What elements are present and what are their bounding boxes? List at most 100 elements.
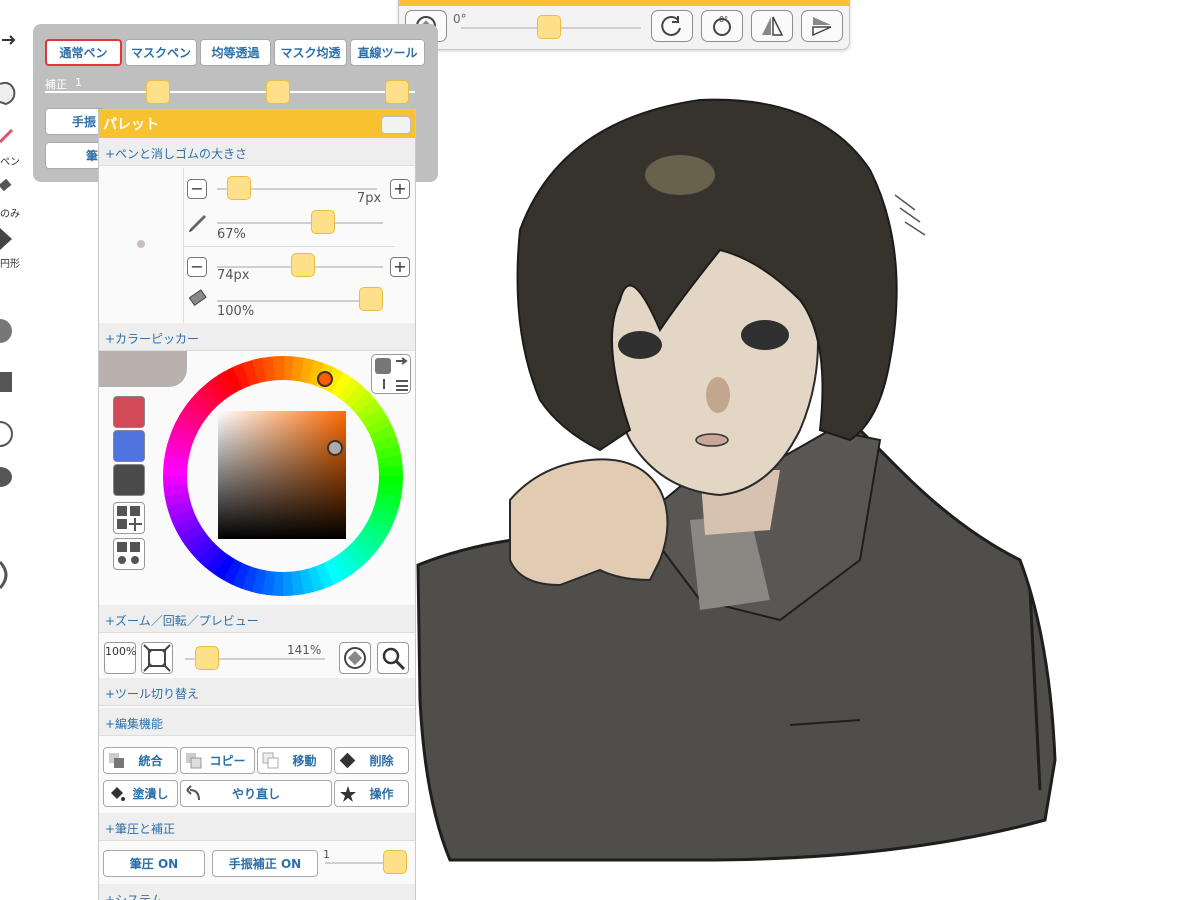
section-system-label: +システム [105,893,163,900]
flip-vertical-button[interactable] [801,10,843,42]
delete-button[interactable]: 削除 [334,747,409,774]
pen-size-value: 7px [357,191,382,206]
magnifier-icon [382,647,406,671]
rotate-right-button[interactable] [651,10,693,42]
add-swatch-button[interactable] [113,502,145,534]
rotate-reset-small-button[interactable] [339,642,371,674]
zoom-100-button[interactable]: 100% [104,642,136,674]
palette-title: パレット [103,117,159,133]
zoom-slider-knob[interactable] [195,646,219,670]
rotation-slider-knob[interactable] [537,15,561,39]
pen-size-plus-button[interactable]: + [390,179,410,199]
tab-line-tool[interactable]: 直線ツール [350,39,425,66]
hue-ring-segment[interactable] [281,571,294,596]
merge-icon [109,753,124,768]
zoom-value: 141% [287,643,322,657]
pen-size-slider-knob[interactable] [227,176,251,200]
section-edit[interactable]: +編集機能 [99,708,415,736]
rotate-right-icon [661,15,681,36]
tab-mask-uniform[interactable]: マスク均透 [274,39,347,66]
flip-horizontal-button[interactable] [751,10,793,42]
fill-button[interactable]: 塗潰し [103,780,178,807]
pressure-slider-knob[interactable] [383,850,407,874]
tab-uniform-transparency[interactable]: 均等透過 [200,39,271,66]
color-picker-mode-button[interactable] [371,354,411,394]
pen-opacity-value: 67% [217,227,246,242]
eraser-opacity-slider-knob[interactable] [359,287,383,311]
copy-icon [186,753,202,769]
move-button[interactable]: 移動 [257,747,332,774]
section-pressure[interactable]: +筆圧と補正 [99,813,415,841]
rotate-zero-button[interactable]: 0° [701,10,743,42]
left-toolbar: ペン のみ 円形 [0,0,32,900]
circle-fill-icon[interactable] [0,318,14,348]
stabilizer-button[interactable]: 手振 [45,108,105,135]
swatch-red[interactable] [113,396,145,428]
eraser-opacity-value: 100% [217,304,255,319]
pen-size-minus-button[interactable]: − [187,179,207,199]
shape-tool-label: 円形 [0,259,20,270]
correction-slider-knob[interactable] [146,80,170,104]
stabilizer-toggle-button[interactable]: 手振補正 ON [212,850,318,877]
section-color-picker[interactable]: +カラーピッカー [99,323,415,351]
shape-tool-icon[interactable] [0,228,14,254]
section-pen-eraser-size-label: +ペンと消しゴムの大きさ [105,147,248,161]
swatch-blue[interactable] [113,430,145,462]
fit-screen-icon [143,644,171,672]
merge-button[interactable]: 統合 [103,747,178,774]
rotation-toolbar-accent [399,0,849,6]
correction-label: 補正 [45,78,67,91]
delete-icon [339,752,356,769]
swap-swatch-button[interactable] [113,538,145,570]
tab-mask-pen[interactable]: マスクペン [125,39,197,66]
pen-tool-icon[interactable] [0,128,14,147]
circle-outline-icon[interactable] [0,420,14,452]
eraser-size-plus-button[interactable]: + [390,257,410,277]
hue-ring-segment[interactable] [272,356,285,381]
speech-icon[interactable] [0,465,14,495]
svg-text:0°: 0° [719,15,728,24]
section-zoom[interactable]: +ズーム／回転／プレビュー [99,605,415,633]
hue-ring-segment[interactable] [378,465,403,478]
eraser-size-minus-button[interactable]: − [187,257,207,277]
pressure-toggle-button[interactable]: 筆圧 ON [103,850,205,877]
hue-ring-segment[interactable] [163,474,188,487]
hand-icon[interactable] [0,78,20,110]
rotate-left-small-icon [344,647,366,669]
rotate-icon[interactable] [0,560,14,594]
redo-button[interactable]: やり直し [180,780,332,807]
fit-screen-button[interactable] [141,642,173,674]
palette-minimize-button[interactable] [381,116,411,134]
copy-button[interactable]: コピー [180,747,255,774]
section-tool-switch[interactable]: +ツール切り替え [99,678,415,706]
move-icon [262,752,279,769]
correction-slider-knob-3[interactable] [385,80,409,104]
preview-button[interactable] [377,642,409,674]
operation-button[interactable]: 操作 [334,780,409,807]
pressure-correction-value: 1 [323,848,330,861]
eraser-size-slider-knob[interactable] [291,253,315,277]
layer-icon[interactable] [0,368,14,398]
palette-panel: パレット +ペンと消しゴムの大きさ − + 7px 67% − + 74px 1… [98,109,416,900]
tab-normal-pen[interactable]: 通常ペン [45,39,122,66]
eraser-tool-icon[interactable] [0,178,14,197]
section-pen-eraser-size[interactable]: +ペンと消しゴムの大きさ [99,138,415,166]
correction-slider-knob-2[interactable] [266,80,290,104]
correction-slider-track[interactable] [45,91,415,93]
color-wheel[interactable] [163,356,403,600]
bucket-icon [111,787,125,801]
palette-header[interactable]: パレット [99,110,415,138]
color-mode-icon [375,357,408,391]
pen-opacity-slider-knob[interactable] [311,210,335,234]
swap-swatch-icon [117,542,140,564]
section-zoom-label: +ズーム／回転／プレビュー [105,614,259,628]
swatch-dark-gray[interactable] [113,464,145,496]
brush-button[interactable]: 筆 [45,142,105,169]
rotation-toolbar: 0° 0° [398,0,850,50]
arrow-icon[interactable] [0,30,20,54]
section-color-picker-label: +カラーピッカー [105,332,200,346]
section-system[interactable]: +システム [99,884,415,900]
pen-opacity-slider-track[interactable] [217,222,383,224]
size-separator [183,246,395,247]
rotate-zero-icon: 0° [713,15,731,36]
